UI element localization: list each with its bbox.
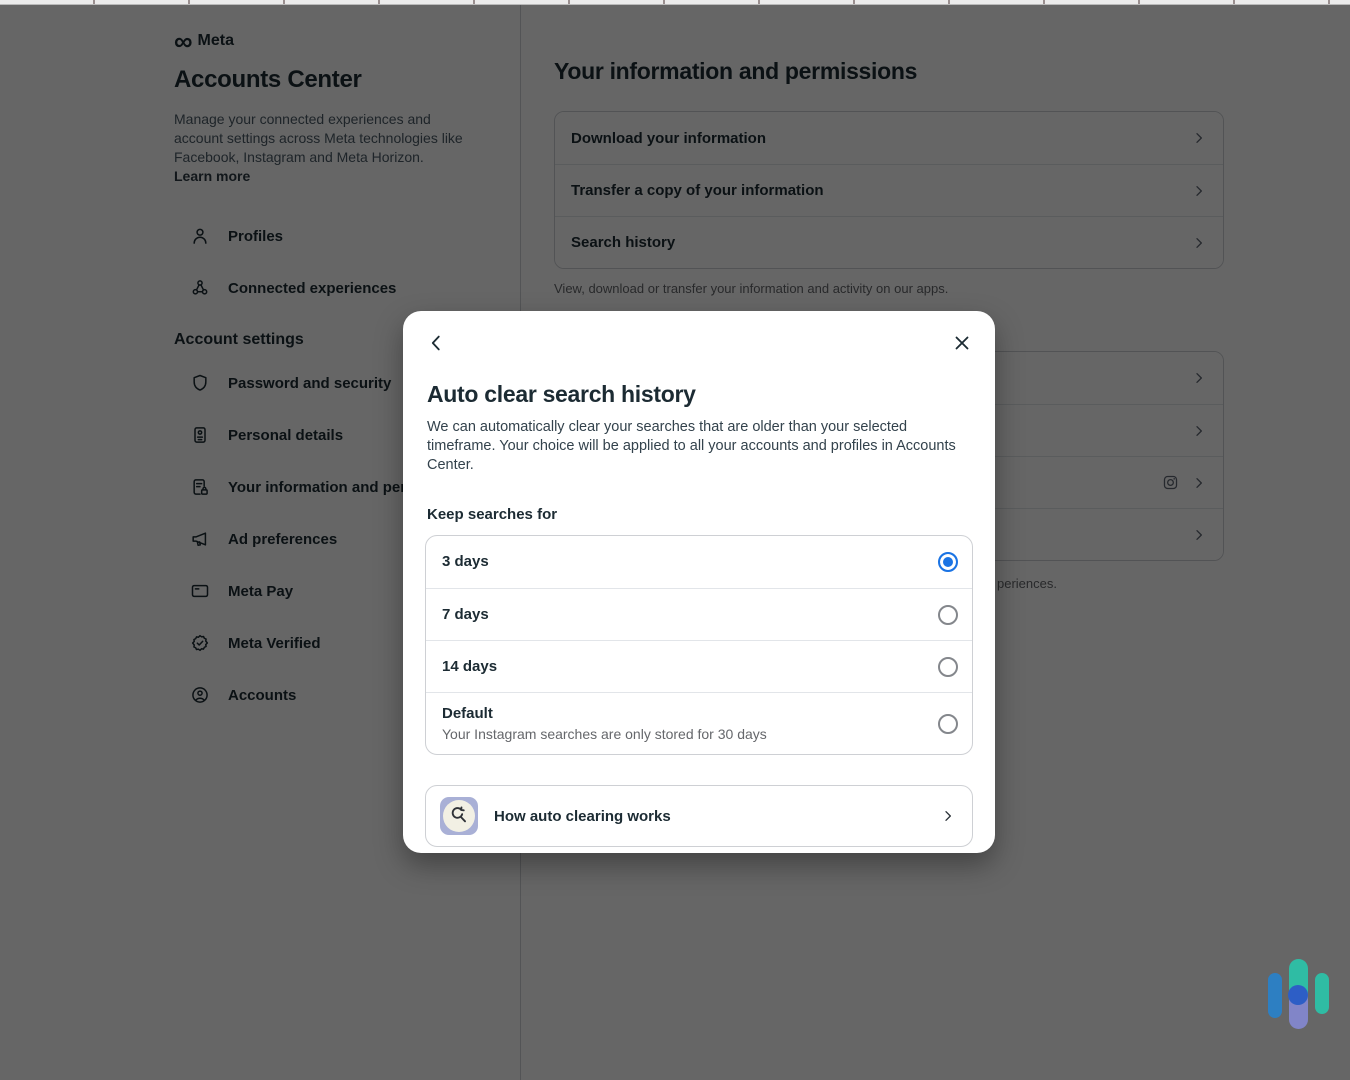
timeframe-options-card: 3 days 7 days 14 days Default Your Insta… (425, 535, 973, 755)
radio-default[interactable] (938, 714, 958, 734)
watermark-bar-left (1268, 973, 1282, 1018)
radio-3-days[interactable] (938, 552, 958, 572)
keep-searches-for-label: Keep searches for (427, 506, 973, 523)
close-icon[interactable] (951, 332, 973, 354)
option-label: Default (442, 705, 493, 722)
option-label: 3 days (442, 553, 489, 570)
modal-header (425, 332, 973, 354)
watermark-bar-right (1315, 973, 1329, 1014)
option-text: Default Your Instagram searches are only… (442, 705, 938, 742)
modal-description: We can automatically clear your searches… (427, 418, 962, 475)
option-sublabel: Your Instagram searches are only stored … (442, 726, 938, 742)
search-refresh-icon (440, 797, 478, 835)
option-3-days[interactable]: 3 days (426, 536, 972, 588)
browser-chrome-strip (0, 0, 1350, 5)
option-text: 7 days (442, 606, 938, 624)
option-7-days[interactable]: 7 days (426, 588, 972, 640)
option-14-days[interactable]: 14 days (426, 640, 972, 692)
back-button[interactable] (425, 332, 447, 354)
radio-14-days[interactable] (938, 657, 958, 677)
how-auto-clearing-works-link[interactable]: How auto clearing works (425, 785, 973, 847)
option-label: 7 days (442, 606, 489, 623)
watermark-logo (1264, 955, 1334, 1035)
option-default[interactable]: Default Your Instagram searches are only… (426, 692, 972, 754)
option-text: 14 days (442, 658, 938, 676)
auto-clear-search-history-modal: Auto clear search history We can automat… (403, 311, 995, 853)
option-text: 3 days (442, 553, 938, 571)
option-label: 14 days (442, 658, 497, 675)
radio-7-days[interactable] (938, 605, 958, 625)
chevron-right-icon (940, 808, 956, 824)
modal-title: Auto clear search history (427, 381, 973, 408)
watermark-circle (1288, 985, 1308, 1005)
footer-link-label: How auto clearing works (494, 808, 940, 825)
